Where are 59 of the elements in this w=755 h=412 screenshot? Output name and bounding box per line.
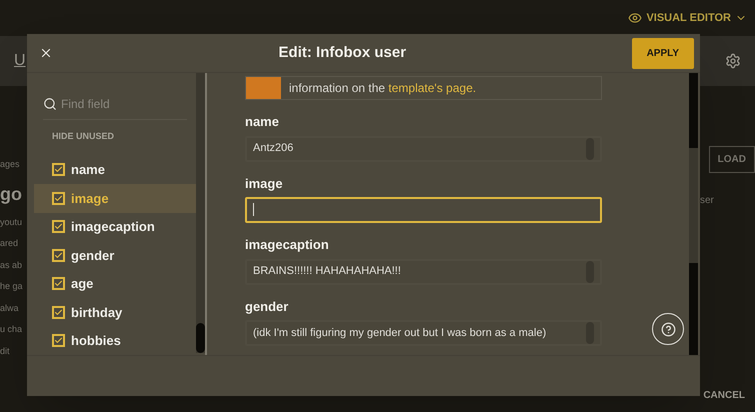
visual-editor-menu[interactable]: VISUAL EDITOR — [646, 10, 731, 26]
check-icon — [54, 250, 63, 260]
checkbox[interactable] — [52, 220, 65, 234]
cancel-button[interactable]: CANCEL — [703, 388, 755, 403]
check-icon — [54, 194, 63, 203]
page-text: youtu — [0, 216, 22, 229]
page-text: ages — [0, 158, 20, 171]
scrollbar[interactable] — [689, 73, 698, 355]
check-icon — [54, 336, 63, 346]
apply-button[interactable]: APPLY — [632, 38, 694, 68]
text-field[interactable]: (idk I'm still figuring my gender out but I was born as a male) — [245, 320, 602, 346]
page-text: as ab — [0, 258, 22, 272]
param-item[interactable]: name — [34, 156, 196, 184]
dialog-title: Edit: Infobox user — [278, 42, 406, 63]
param-item[interactable]: image — [34, 184, 196, 212]
scrollbar[interactable] — [196, 73, 205, 353]
checkbox[interactable] — [52, 248, 65, 262]
check-icon — [54, 308, 63, 317]
close-icon[interactable] — [39, 46, 53, 60]
eye-icon — [628, 11, 642, 25]
text-field[interactable]: Antz206 — [245, 136, 602, 162]
checkbox[interactable] — [52, 192, 65, 205]
checkbox[interactable] — [52, 306, 65, 319]
page-text: alwa — [0, 302, 19, 314]
text-field[interactable]: BRAINS!!!!!! HAHAHAHAHA!!! — [245, 258, 602, 284]
hide-unused-link[interactable]: HIDE UNUSED — [52, 130, 196, 144]
checkbox[interactable] — [52, 163, 65, 176]
page-text: ser — [700, 194, 714, 208]
check-icon — [54, 222, 63, 232]
warning-stripe — [246, 77, 281, 99]
param-item[interactable]: imagecaption — [34, 212, 196, 241]
template-link[interactable]: template's page. — [388, 81, 476, 95]
field-label: image — [245, 174, 284, 193]
help-button[interactable] — [652, 313, 684, 345]
checkbox[interactable] — [52, 334, 65, 348]
checkbox[interactable] — [52, 277, 65, 290]
text-field[interactable] — [245, 197, 602, 223]
page-text: dit — [0, 344, 10, 358]
field-label: gender — [245, 298, 290, 316]
find-input[interactable]: Find field — [61, 95, 181, 113]
check-icon — [54, 279, 63, 288]
field-label: imagecaption — [245, 236, 330, 254]
page-text: go — [0, 182, 22, 206]
search-icon — [43, 97, 57, 111]
param-item[interactable]: gender — [34, 241, 196, 270]
find-field[interactable]: Find field — [43, 95, 187, 120]
page-tab[interactable]: U — [14, 49, 26, 73]
settings-icon[interactable] — [725, 53, 741, 69]
page-text: he ga — [0, 280, 23, 293]
param-item[interactable]: hobbies — [34, 326, 196, 355]
check-icon — [54, 165, 63, 174]
param-item[interactable]: birthday — [34, 298, 196, 326]
page-text: u cha — [0, 323, 22, 336]
notice-text: information on the template's page. — [289, 80, 476, 97]
field-label: name — [245, 113, 280, 131]
load-button[interactable]: LOAD — [708, 146, 755, 173]
help-icon — [660, 322, 676, 336]
page-text: ared — [0, 237, 18, 250]
param-item[interactable]: age — [34, 270, 196, 298]
